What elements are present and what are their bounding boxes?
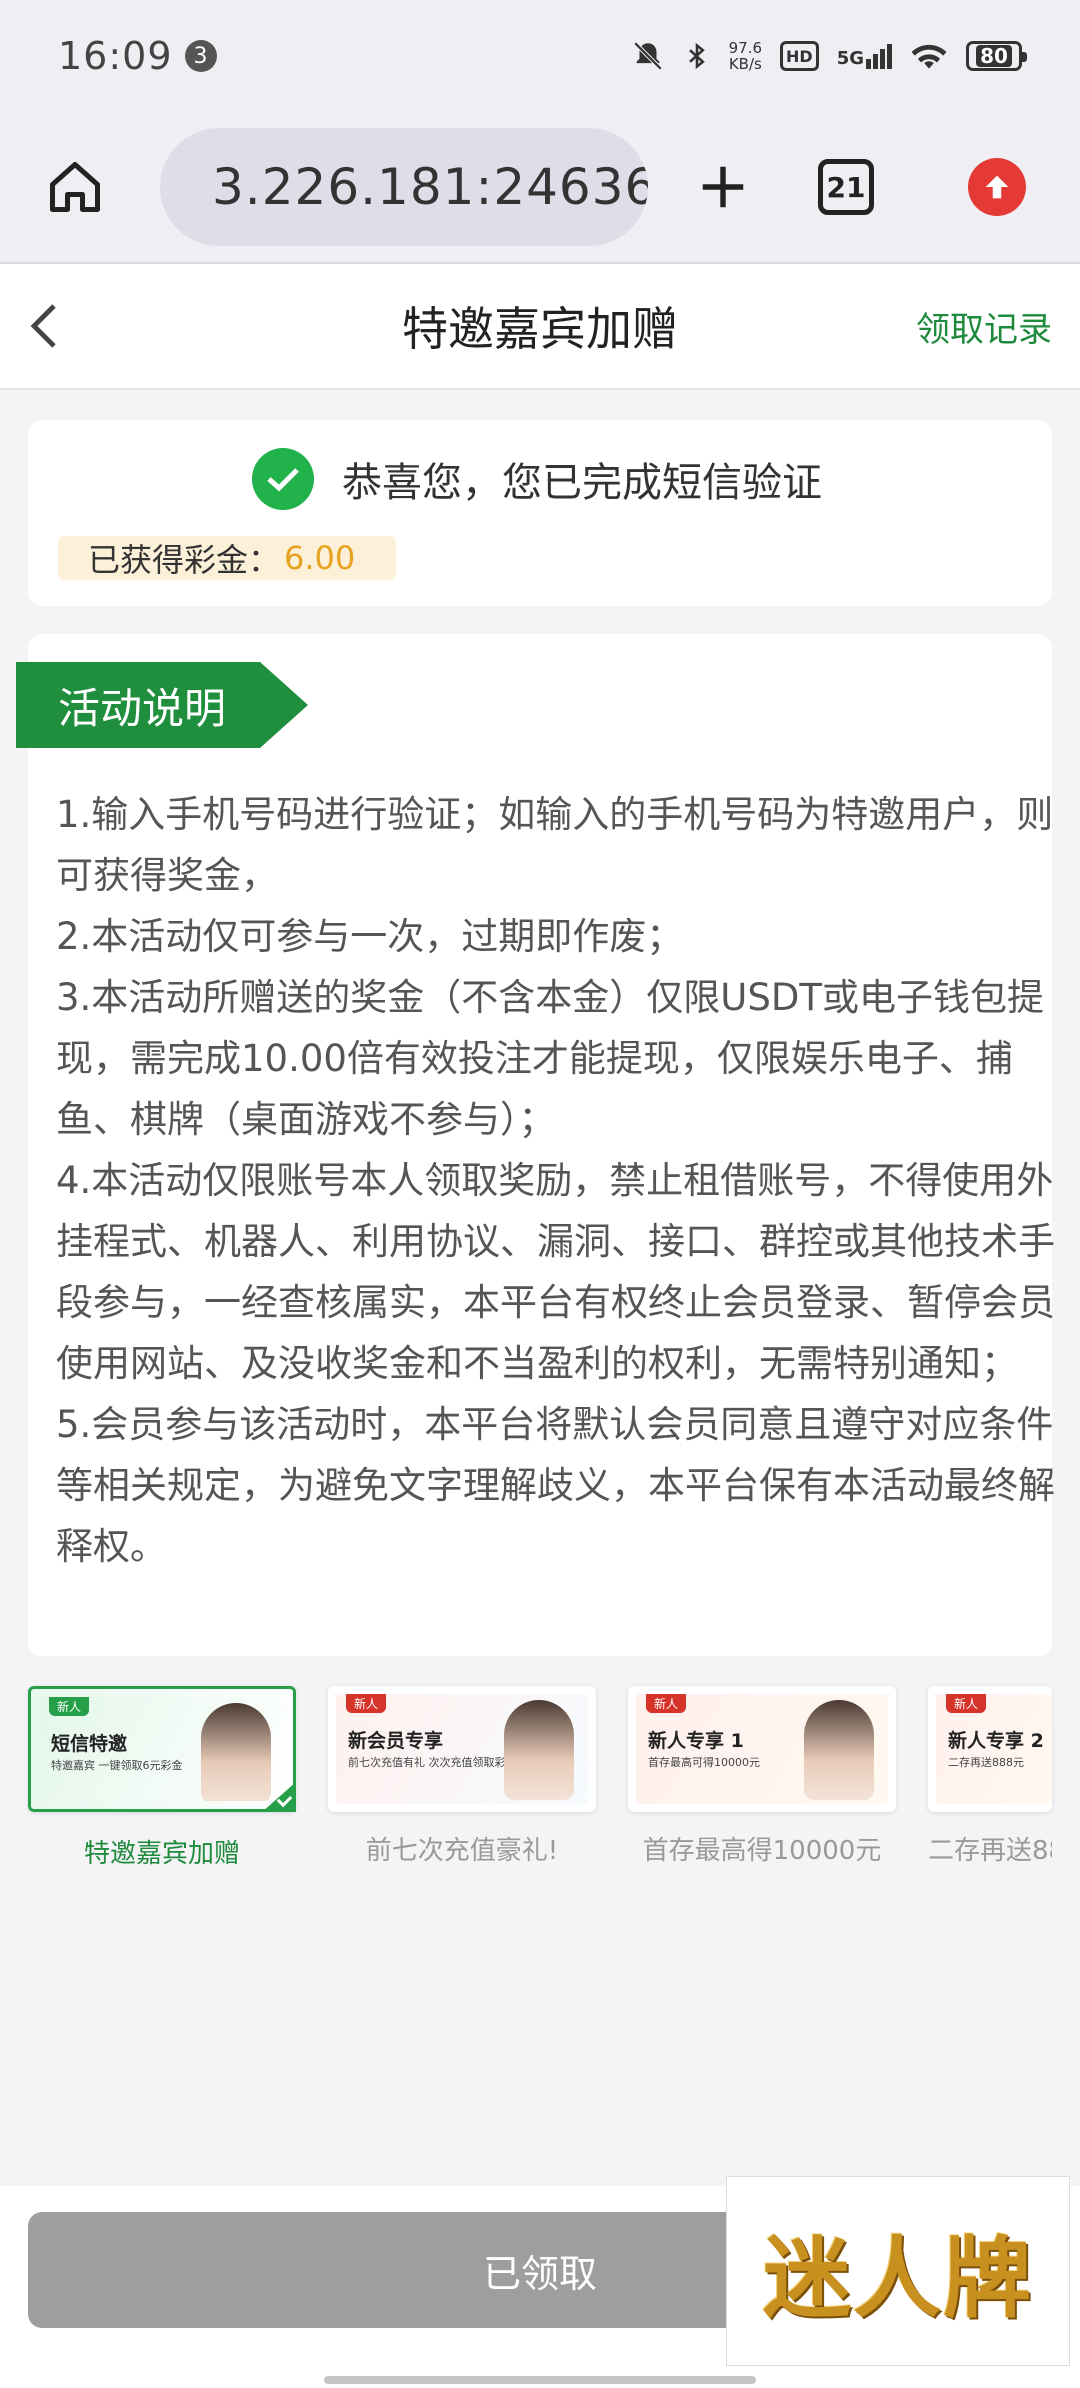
brand-logo-text: 迷人牌 [762,2225,1033,2330]
promo-banner: 新人 新会员专享 前七次充值有礼 次次充值领取彩金 [336,1694,588,1804]
browser-toolbar: 3.226.181:24636 21 [0,112,1080,264]
promo-banner: 新人 短信特邀 特邀嘉宾 一键领取6元彩金 [39,1697,285,1801]
status-icons: 97.6 KB/s HD 5G 80 [631,39,1027,73]
bonus-gained-label: 已获得彩金： [88,541,281,579]
status-bar: 16:09 3 97.6 KB/s HD 5G 80 [0,0,1080,112]
promo-label[interactable]: 首存最高得10000元 [628,1830,896,1867]
bluetooth-icon [688,42,705,70]
back-button[interactable] [26,300,66,356]
promo-subtext: 前七次充值有礼 次次充值领取彩金 [348,1756,517,1769]
promo-card-first-deposit[interactable]: 新人 新人专享 1 首存最高可得10000元 首存最高得10000元 [628,1686,896,1866]
promo-card-second-deposit[interactable]: 新人 新人专享 2 二存再送888元 [928,1686,1052,1812]
tab-switcher-button[interactable]: 21 [818,159,874,215]
home-icon [50,162,100,212]
notification-count-badge: 3 [184,40,217,72]
new-tab-button[interactable] [688,152,758,222]
signal-icon: 5G [836,43,892,69]
promo-tag: 新人 [49,1697,90,1716]
promo-label[interactable]: 二存再送88 [928,1830,1052,1867]
rule-item: 2.本活动仅可参与一次，过期即作废； [56,915,684,958]
gesture-home-bar[interactable] [324,2376,756,2384]
home-button[interactable] [40,152,110,222]
promo-heading: 新人专享 1 [648,1730,744,1752]
activity-description-card: 活动说明 1.输入手机号码进行验证；如输入的手机号码为特邀用户，则可获得奖金， … [16,634,1055,1656]
network-speed-value: 97.6 [728,39,763,57]
promo-model-image [201,1703,271,1801]
promo-card-new-member[interactable]: 新人 新会员专享 前七次充值有礼 次次充值领取彩金 前七次充值豪礼! [328,1686,596,1866]
status-time: 16:09 [58,34,173,78]
rule-item: 4.本活动仅限账号本人领取奖励，禁止租借账号，不得使用外挂程式、机器人、利用协议… [56,1159,1055,1385]
verification-message: 恭喜您，您已完成短信验证 [342,460,822,506]
bonus-gained-amount: 6.00 [284,539,356,577]
promo-banner: 新人 新人专享 1 首存最高可得10000元 [636,1694,888,1804]
wifi-icon [911,44,947,69]
promo-tag: 新人 [946,1694,987,1713]
promo-label[interactable]: 特邀嘉宾加赠 [31,1833,293,1870]
promo-model-image [804,1700,874,1800]
plus-icon [702,166,744,208]
promo-heading: 短信特邀 [51,1733,128,1755]
network-speed-unit: KB/s [728,55,762,73]
promo-model-image [504,1700,574,1800]
rule-item: 3.本活动所赠送的奖金（不含本金）仅限USDT或电子钱包提现，需完成10.00倍… [56,976,1044,1141]
bonus-gained-badge: 已获得彩金： 6.00 [58,536,396,580]
network-speed: 97.6 KB/s [729,40,762,72]
promo-subtext: 二存再送888元 [948,1756,1024,1769]
promo-banner: 新人 新人专享 2 二存再送888元 [936,1694,1052,1804]
network-type: 5G [836,47,864,69]
promo-label[interactable]: 前七次充值豪礼! [328,1830,596,1867]
hd-icon: HD [780,41,819,71]
check-circle-icon [252,448,314,510]
address-bar[interactable]: 3.226.181:24636 [160,128,648,246]
arrow-up-icon [985,175,1009,199]
promo-subtext: 首存最高可得10000元 [648,1756,760,1769]
rule-item: 1.输入手机号码进行验证；如输入的手机号码为特邀用户，则可获得奖金， [56,793,1054,897]
promo-card-sms-invite[interactable]: 新人 短信特邀 特邀嘉宾 一键领取6元彩金 特邀嘉宾加赠 [28,1686,296,1869]
claim-record-link[interactable]: 领取记录 [916,302,1052,351]
mute-icon [633,41,662,71]
page-header: 特邀嘉宾加赠 领取记录 [0,264,1080,390]
activity-heading: 活动说明 [16,662,308,748]
update-button[interactable] [968,158,1026,216]
url-text[interactable]: 3.226.181:24636 [212,158,648,216]
activity-rules: 1.输入手机号码进行验证；如输入的手机号码为特邀用户，则可获得奖金， 2.本活动… [56,784,1056,1577]
promotion-carousel[interactable]: 新人 短信特邀 特邀嘉宾 一键领取6元彩金 特邀嘉宾加赠 新人 新会员专享 前七… [0,1686,1080,1869]
promo-heading: 新会员专享 [348,1730,444,1752]
bottom-action-bar: 已领取 迷人牌 [0,2176,1080,2388]
promo-heading: 新人专享 2 [948,1730,1044,1752]
promo-tag: 新人 [346,1694,387,1713]
promo-subtext: 特邀嘉宾 一键领取6元彩金 [51,1759,183,1772]
brand-logo: 迷人牌 [726,2176,1070,2366]
promo-tag: 新人 [646,1694,687,1713]
chevron-left-icon [30,304,56,348]
verification-status: 恭喜您，您已完成短信验证 [252,448,822,510]
rule-item: 5.会员参与该活动时，本平台将默认会员同意且遵守对应条件等相关规定，为避免文字理… [56,1403,1055,1568]
verification-card: 恭喜您，您已完成短信验证 已获得彩金： 6.00 [28,420,1052,606]
battery-icon: 80 [966,41,1027,71]
battery-level: 80 [976,45,1012,67]
